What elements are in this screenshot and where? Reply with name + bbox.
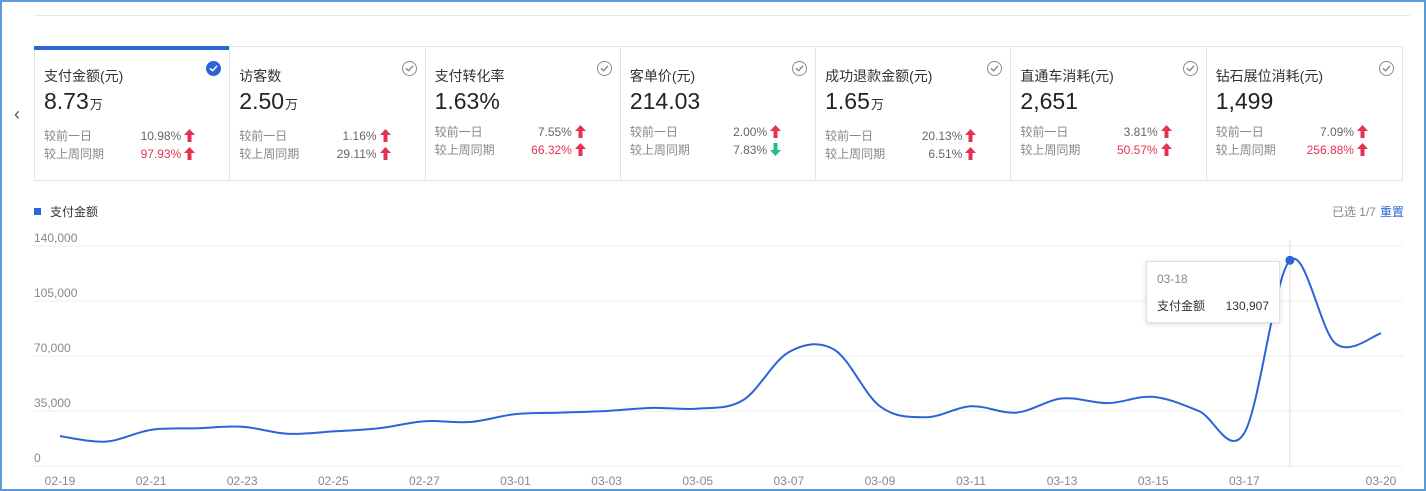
line-chart: 0 35,000 70,000 105,000 140,000 02-19 02-21 02-… [34,231,1403,488]
x-tick-label: 02-19 [45,474,76,488]
y-tick-label: 35,000 [34,396,71,410]
chart-tooltip: 03-18 支付金额 130,907 [1146,261,1280,323]
x-tick-label: 03-07 [773,474,804,488]
x-tick-label: 03-13 [1047,474,1078,488]
y-tick-label: 140,000 [34,231,78,245]
x-tick-label: 02-21 [136,474,167,488]
x-tick-label: 02-27 [409,474,440,488]
x-tick-label: 03-11 [956,474,986,488]
tooltip-label: 支付金额 [1157,299,1206,313]
x-tick-label: 02-23 [227,474,258,488]
x-tick-label: 03-17 [1229,474,1260,488]
x-tick-label: 03-03 [591,474,622,488]
tooltip-value: 130,907 [1225,299,1269,313]
tooltip-date: 03-18 [1157,272,1188,286]
highlight-point [1285,255,1295,265]
x-tick-label: 03-15 [1138,474,1169,488]
y-tick-label: 0 [34,451,41,465]
y-tick-label: 105,000 [34,286,78,300]
y-tick-label: 70,000 [34,341,71,355]
x-tick-label: 02-25 [318,474,349,488]
x-tick-label: 03-01 [500,474,531,488]
x-tick-label: 03-09 [865,474,896,488]
x-tick-label: 03-05 [682,474,713,488]
x-tick-label: 03-20 [1366,474,1397,488]
